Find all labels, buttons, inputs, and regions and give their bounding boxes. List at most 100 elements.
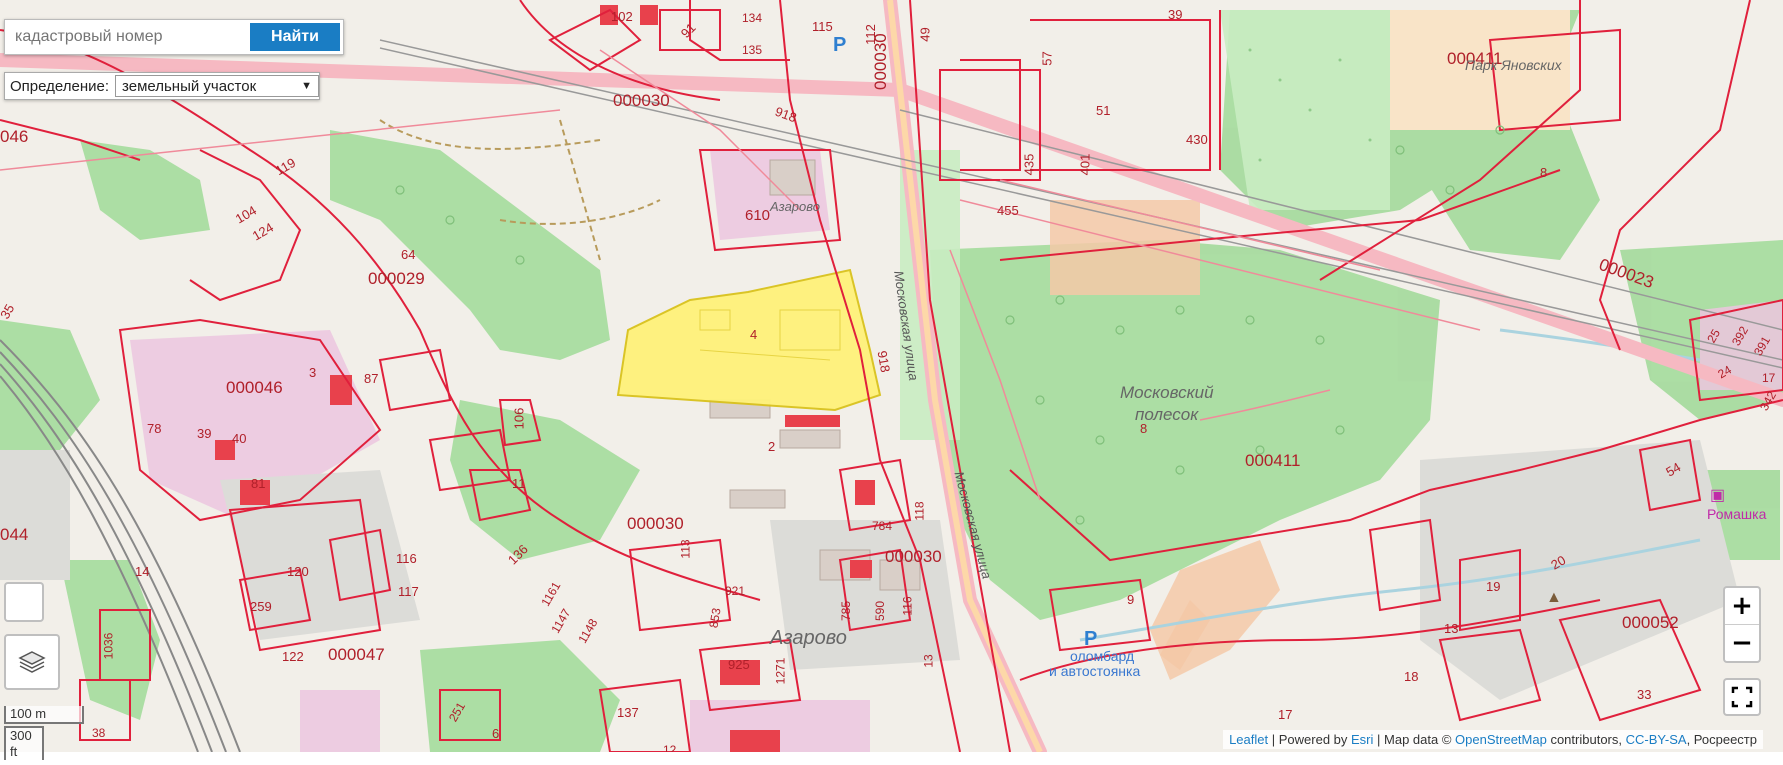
parcel-number: 117 <box>398 584 419 599</box>
draw-tool-button[interactable] <box>4 582 44 622</box>
parcel-number: 57 <box>1039 51 1055 66</box>
parcel-number: 39 <box>1168 7 1183 22</box>
parcel-number: 19 <box>1486 579 1501 594</box>
parcel-number: 106 <box>511 407 527 430</box>
parcel-number: 13 <box>921 654 936 668</box>
map-canvas[interactable]: 000411 Парк Яновских Московский полесок … <box>0 0 1783 752</box>
zoom-out-button[interactable]: − <box>1725 624 1759 661</box>
osm-link[interactable]: OpenStreetMap <box>1455 732 1547 747</box>
definition-select[interactable]: земельный участок ▼ <box>115 75 320 97</box>
monument-icon: ▲ <box>1546 589 1562 606</box>
parcel-number: 2 <box>768 439 776 454</box>
layers-button[interactable] <box>4 634 60 690</box>
quarter-label: 000411 <box>1245 451 1301 470</box>
map-attribution: Leaflet | Powered by Esri | Map data © O… <box>1223 730 1763 749</box>
license-link[interactable]: CC-BY-SA <box>1626 732 1687 747</box>
village-label: Азарово <box>770 627 847 649</box>
parcel-number: 610 <box>745 207 771 224</box>
parcel-number: 3 <box>309 365 317 380</box>
fullscreen-icon <box>1731 686 1753 708</box>
parcel-number: 435 <box>1021 153 1037 176</box>
village-label: Азарово <box>770 199 820 214</box>
cadastral-number-input[interactable] <box>5 20 247 54</box>
parcel-number: 14 <box>135 564 150 579</box>
parcel-number: 6 <box>492 726 500 741</box>
parcel-number: 430 <box>1186 132 1208 147</box>
parcel-number: 13 <box>1444 621 1459 636</box>
quarter-label: 000030 <box>885 547 942 566</box>
definition-value: земельный участок <box>122 77 257 95</box>
definition-label: Определение: <box>10 77 110 95</box>
parcel-number: 1036 <box>101 632 116 660</box>
parcel-number: 785 <box>839 600 854 622</box>
zoom-control: + − <box>1723 586 1761 663</box>
forest-label: Московский <box>1120 383 1214 402</box>
parcel-number: 18 <box>1404 669 1419 684</box>
parcel-number: 8 <box>1140 421 1148 436</box>
park-label: Парк Яновских <box>1465 57 1562 73</box>
parcel-number: 113 <box>678 539 693 559</box>
quarter-label: 000047 <box>328 645 385 664</box>
leaflet-link[interactable]: Leaflet <box>1229 732 1268 747</box>
parcel-number: 118 <box>912 501 927 521</box>
parcel-number: 116 <box>900 596 915 616</box>
parcel-number: 8 <box>1540 165 1548 180</box>
parcel-number: 81 <box>251 476 266 491</box>
quarter-label: 000052 <box>1622 613 1679 632</box>
parcel-number: 120 <box>287 564 309 579</box>
layers-icon <box>18 651 46 673</box>
parcel-number: 87 <box>364 371 379 386</box>
quarter-label: 000046 <box>226 378 283 397</box>
parcel-number: 17 <box>1762 371 1776 385</box>
parcel-number: 259 <box>250 599 272 614</box>
parcel-number: 11 <box>512 476 526 491</box>
parcel-number: 51 <box>1096 103 1111 118</box>
poi-label: оломбард <box>1070 648 1135 664</box>
scale-imperial: 300 ft <box>4 726 44 760</box>
zoom-in-button[interactable]: + <box>1725 588 1759 624</box>
parcel-number: 9 <box>1127 592 1135 607</box>
attribution-text: contributors, <box>1550 732 1622 747</box>
parcel-number: 784 <box>872 519 893 533</box>
scale-metric: 100 m <box>4 706 84 724</box>
parcel-number: 401 <box>1077 153 1093 176</box>
attribution-text: | Map data © <box>1377 732 1452 747</box>
parcel-number: 116 <box>396 551 417 566</box>
parcel-number: 49 <box>917 27 933 42</box>
parcel-number: 39 <box>197 426 212 441</box>
map-base-layer <box>0 0 1783 752</box>
shop-icon: ▣ <box>1710 487 1726 504</box>
parcel-number: 137 <box>617 705 639 720</box>
chevron-down-icon: ▼ <box>301 80 313 92</box>
parcel-number: 455 <box>997 203 1019 218</box>
parcel-number: 1271 <box>773 657 788 685</box>
attribution-text: | Powered by <box>1271 732 1348 747</box>
quarter-label: 044 <box>0 525 29 544</box>
parking-icon: P <box>1084 628 1098 650</box>
parcel-number: 64 <box>401 247 416 262</box>
parcel-number: 115 <box>812 19 833 34</box>
esri-link[interactable]: Esri <box>1351 732 1373 747</box>
quarter-label: 046 <box>0 127 29 146</box>
parcel-number: 135 <box>742 43 763 57</box>
parcel-number: 918 <box>874 349 894 374</box>
quarter-label: 000029 <box>368 269 425 288</box>
parcel-number: 12 <box>663 743 677 752</box>
definition-selector: Определение: земельный участок ▼ <box>4 72 321 100</box>
find-button[interactable]: Найти <box>250 23 340 51</box>
quarter-label: 000030 <box>613 91 670 110</box>
parking-icon: P <box>833 34 847 56</box>
quarter-label: 000030 <box>627 514 684 533</box>
parcel-number: 921 <box>725 584 746 598</box>
parcel-number: 112 <box>862 24 878 45</box>
parcel-number: 102 <box>611 9 633 24</box>
parcel-number: 38 <box>92 726 106 740</box>
parcel-number: 925 <box>728 657 750 672</box>
poi-label: и автостоянка <box>1049 663 1141 679</box>
parcel-number: 4 <box>750 327 758 342</box>
cadastral-search-bar: Найти <box>4 19 344 55</box>
attribution-text: , Росреестр <box>1686 732 1757 747</box>
parcel-number: 853 <box>706 606 724 630</box>
parcel-number: 40 <box>232 431 247 446</box>
fullscreen-button[interactable] <box>1723 678 1761 716</box>
